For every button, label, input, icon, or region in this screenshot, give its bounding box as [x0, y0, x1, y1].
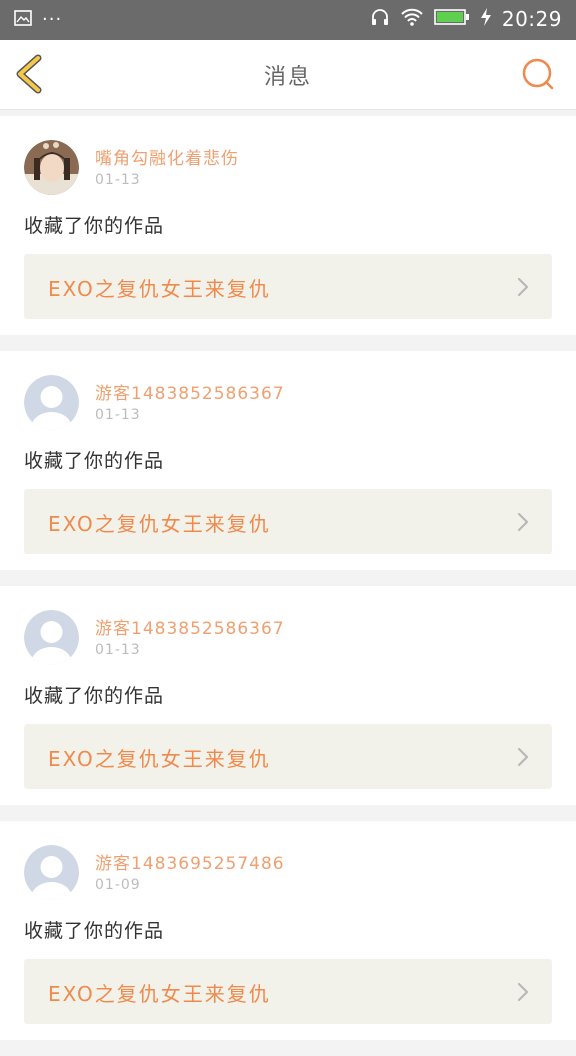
username[interactable]: 游客1483852586367 [95, 379, 285, 404]
work-title: EXO之复仇女王来复仇 [48, 512, 271, 536]
avatar[interactable] [24, 375, 79, 430]
message-card[interactable]: 游客1483852586367 01-13 收藏了你的作品 EXO之复仇女王来复… [0, 586, 576, 805]
message-list: 嘴角勾融化着悲伤 01-13 收藏了你的作品 EXO之复仇女王来复仇 游客148… [0, 116, 576, 1056]
page-title: 消息 [263, 65, 312, 90]
message-date: 01-13 [95, 642, 141, 658]
work-title: EXO之复仇女王来复仇 [48, 277, 271, 301]
work-link[interactable]: EXO之复仇女王来复仇 [24, 489, 552, 554]
message-card[interactable]: 游客1483695257486 01-09 收藏了你的作品 EXO之复仇女王来复… [0, 821, 576, 1040]
chevron-right-icon [517, 982, 529, 1002]
chevron-right-icon [517, 512, 529, 532]
message-card[interactable]: 游客1483852586367 01-13 收藏了你的作品 EXO之复仇女王来复… [0, 351, 576, 570]
notification-dots: ··· [42, 9, 63, 30]
search-button[interactable] [518, 54, 558, 94]
search-icon [522, 58, 554, 90]
username[interactable]: 游客1483695257486 [95, 849, 285, 874]
action-text: 收藏了你的作品 [24, 450, 165, 472]
chevron-right-icon [517, 277, 529, 297]
avatar[interactable] [24, 610, 79, 665]
status-left: ··· [14, 10, 62, 30]
action-text: 收藏了你的作品 [24, 920, 165, 942]
message-date: 01-13 [95, 407, 141, 423]
wifi-icon [400, 7, 424, 31]
work-title: EXO之复仇女王来复仇 [48, 982, 271, 1006]
message-date: 01-09 [95, 877, 141, 893]
avatar[interactable] [24, 845, 79, 900]
message-card[interactable]: 嘴角勾融化着悲伤 01-13 收藏了你的作品 EXO之复仇女王来复仇 [0, 116, 576, 335]
headphones-icon [370, 7, 390, 31]
username[interactable]: 嘴角勾融化着悲伤 [95, 144, 239, 169]
charging-icon [480, 7, 492, 31]
status-right: 20:29 [370, 7, 562, 31]
action-text: 收藏了你的作品 [24, 215, 165, 237]
action-text: 收藏了你的作品 [24, 685, 165, 707]
avatar[interactable] [24, 140, 79, 195]
work-link[interactable]: EXO之复仇女王来复仇 [24, 724, 552, 789]
work-title: EXO之复仇女王来复仇 [48, 747, 271, 771]
work-link[interactable]: EXO之复仇女王来复仇 [24, 959, 552, 1024]
username[interactable]: 游客1483852586367 [95, 614, 285, 639]
status-bar: ··· 20:29 [0, 0, 576, 40]
message-date: 01-13 [95, 172, 141, 188]
top-nav-bar: 消息 [0, 40, 576, 110]
status-time: 20:29 [501, 7, 562, 31]
battery-icon [434, 8, 470, 30]
chevron-right-icon [517, 747, 529, 767]
image-icon [14, 10, 32, 30]
work-link[interactable]: EXO之复仇女王来复仇 [24, 254, 552, 319]
